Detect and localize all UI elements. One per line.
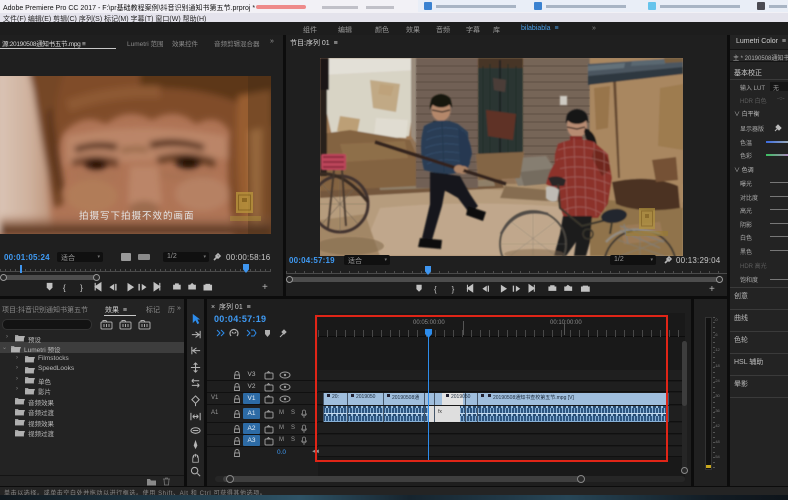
svg-text:{: { xyxy=(63,283,66,293)
svg-text:{: { xyxy=(434,285,437,294)
svg-text:}: } xyxy=(80,283,83,293)
svg-text:拍摄写下拍摄不效的画面: 拍摄写下拍摄不效的画面 xyxy=(79,210,195,222)
svg-text:}: } xyxy=(452,285,455,294)
